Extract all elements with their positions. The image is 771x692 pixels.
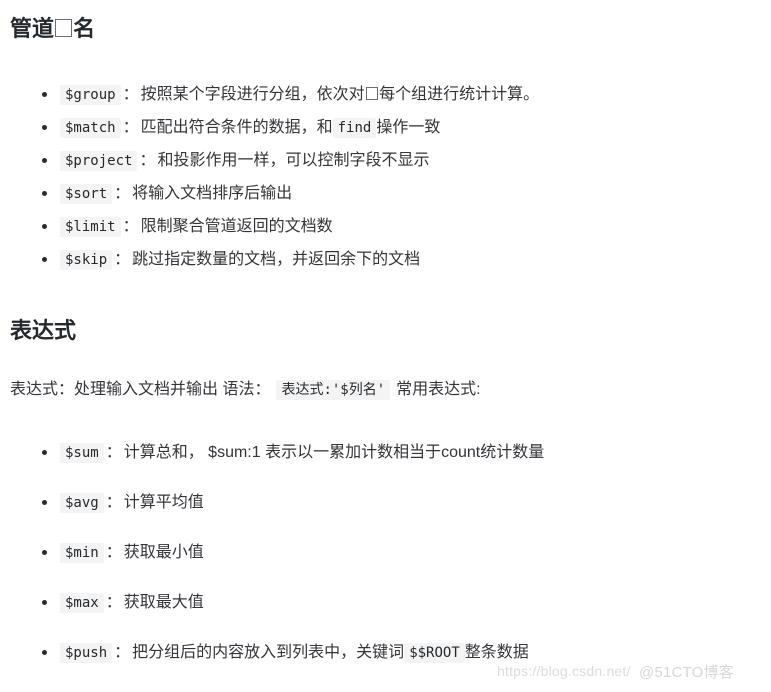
list-item: $min：获取最小值 <box>10 528 761 578</box>
separator: ： <box>122 119 139 136</box>
heading-text-suffix: 名 <box>73 16 96 41</box>
inline-code-root: $$ROOT <box>404 643 465 663</box>
separator: ： <box>114 185 131 202</box>
item-description: 获取最大值 <box>123 594 204 611</box>
operator-code: $push <box>60 643 113 663</box>
list-item: $sort：将输入文档排序后输出 <box>10 177 761 210</box>
operator-code: $group <box>60 85 121 105</box>
inline-code-syntax: 表达式:'$列名' <box>276 380 391 400</box>
item-description-before: 匹配出符合条件的数据，和 <box>140 119 333 136</box>
item-description-before: 把分组后的内容放入到列表中，关键词 <box>132 644 405 661</box>
list-item: $skip：跳过指定数量的文档，并返回余下的文档 <box>10 243 761 276</box>
list-item: $max：获取最大值 <box>10 578 761 628</box>
operator-code: $sort <box>60 184 113 204</box>
item-description: 计算总和， $sum:1 表示以一累加计数相当于count统计数量 <box>123 444 545 461</box>
expression-operator-list: $sum：计算总和， $sum:1 表示以一累加计数相当于count统计数量 $… <box>10 428 761 678</box>
item-description-before: 按照某个字段进行分组，依次对 <box>140 86 365 103</box>
list-item: $group：按照某个字段进行分组，依次对 每个组进行统计计算。 <box>10 78 761 111</box>
list-item: $match：匹配出符合条件的数据，和 find 操作一致 <box>10 111 761 144</box>
operator-code: $avg <box>60 493 104 513</box>
separator: ： <box>139 152 156 169</box>
document-page: 管道名 $group：按照某个字段进行分组，依次对 每个组进行统计计算。 $mat… <box>0 0 771 692</box>
item-description-after: 操作一致 <box>376 119 441 136</box>
item-description-after: 每个组进行统计计算。 <box>379 86 540 103</box>
operator-code: $sum <box>60 443 104 463</box>
separator: ： <box>105 594 122 611</box>
list-item: $sum：计算总和， $sum:1 表示以一累加计数相当于count统计数量 <box>10 428 761 478</box>
pipeline-operator-list: $group：按照某个字段进行分组，依次对 每个组进行统计计算。 $match：匹… <box>10 78 761 276</box>
operator-code: $limit <box>60 217 121 237</box>
watermark-site: @51CTO博客 <box>639 664 734 681</box>
list-item: $project：和投影作用一样，可以控制字段不显示 <box>10 144 761 177</box>
operator-code: $min <box>60 543 104 563</box>
operator-code: $match <box>60 118 121 138</box>
separator: ： <box>105 444 122 461</box>
operator-code: $skip <box>60 250 113 270</box>
watermark-url: https://blog.csdn.net/ <box>497 663 631 679</box>
operator-code: $max <box>60 593 104 613</box>
item-description: 计算平均值 <box>123 494 204 511</box>
paragraph-text-before: 表达式：处理输入文档并输出 语法： <box>10 381 271 398</box>
item-description: 限制聚合管道返回的文档数 <box>140 218 333 235</box>
paragraph-text-after: 常用表达式: <box>396 381 481 398</box>
missing-glyph-box <box>365 86 379 100</box>
separator: ： <box>114 644 131 661</box>
operator-code: $project <box>60 151 138 171</box>
item-description-after: 整条数据 <box>464 644 529 661</box>
list-item: $limit：限制聚合管道返回的文档数 <box>10 210 761 243</box>
separator: ： <box>122 86 139 103</box>
separator: ： <box>114 251 131 268</box>
heading-text-prefix: 管道 <box>10 16 55 41</box>
inline-code-find: find <box>332 118 377 138</box>
item-description: 将输入文档排序后输出 <box>132 185 293 202</box>
page-title-pipeline: 管道名 <box>10 14 95 44</box>
item-description: 和投影作用一样，可以控制字段不显示 <box>157 152 430 169</box>
item-description: 跳过指定数量的文档，并返回余下的文档 <box>132 251 421 268</box>
expression-intro-paragraph: 表达式：处理输入文档并输出 语法： 表达式:'$列名' 常用表达式: <box>10 378 481 402</box>
page-title-expression: 表达式 <box>10 318 77 343</box>
separator: ： <box>122 218 139 235</box>
list-item: $avg：计算平均值 <box>10 478 761 528</box>
separator: ： <box>105 544 122 561</box>
item-description: 获取最小值 <box>123 544 204 561</box>
separator: ： <box>105 494 122 511</box>
missing-glyph-box <box>55 18 73 37</box>
